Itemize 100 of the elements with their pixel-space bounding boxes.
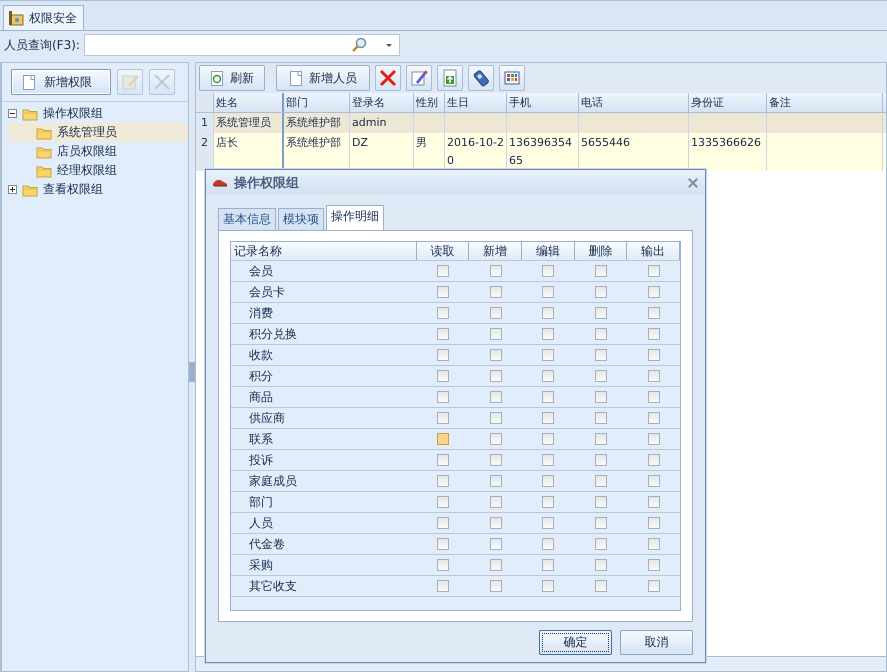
checkbox[interactable]	[490, 433, 502, 445]
checkbox[interactable]	[595, 307, 608, 319]
checkbox[interactable]	[542, 265, 554, 277]
checkbox[interactable]	[648, 559, 660, 571]
checkbox[interactable]	[595, 412, 608, 424]
checkbox[interactable]	[648, 370, 660, 382]
checkbox[interactable]	[542, 328, 554, 340]
checkbox[interactable]	[542, 349, 554, 361]
checkbox[interactable]	[542, 307, 554, 319]
checkbox[interactable]	[595, 328, 608, 340]
checkbox[interactable]	[542, 496, 554, 508]
column-header[interactable]: 部门	[284, 93, 350, 112]
checkbox[interactable]	[595, 265, 608, 277]
checkbox[interactable]	[490, 286, 502, 298]
column-header[interactable]: 删除	[574, 242, 628, 260]
checkbox[interactable]	[542, 538, 554, 550]
checkbox[interactable]	[648, 517, 660, 529]
column-header[interactable]: 输出	[627, 242, 680, 260]
column-header[interactable]: 登录名	[350, 93, 414, 112]
column-header[interactable]: 编辑	[522, 242, 575, 260]
checkbox[interactable]	[490, 370, 502, 382]
column-header[interactable]: 读取	[416, 242, 470, 260]
column-header[interactable]: 备注	[767, 93, 883, 112]
checkbox[interactable]	[595, 559, 608, 571]
checkbox[interactable]	[648, 580, 660, 592]
export-button[interactable]	[437, 65, 463, 91]
table-row[interactable]: 2 店长 系统维护部 DZ 男 2016-10-20 13639635465 5655446 1335366626	[196, 133, 886, 171]
checkbox[interactable]	[595, 517, 608, 529]
checkbox[interactable]	[542, 286, 554, 298]
checkbox[interactable]	[648, 349, 660, 361]
checkbox[interactable]	[437, 370, 450, 382]
document-tab[interactable]: 权限安全	[3, 5, 84, 30]
checkbox[interactable]	[437, 496, 450, 508]
checkbox[interactable]	[490, 559, 502, 571]
checkbox[interactable]	[437, 559, 450, 571]
phone-button[interactable]	[468, 65, 494, 91]
checkbox[interactable]	[437, 517, 450, 529]
tab[interactable]: 模块项	[278, 208, 324, 230]
column-header[interactable]: 手机	[507, 93, 579, 112]
checkbox[interactable]	[595, 286, 608, 298]
checkbox[interactable]	[437, 349, 450, 361]
checkbox[interactable]	[490, 475, 502, 487]
expand-toggle-icon[interactable]	[8, 109, 17, 118]
add-person-button[interactable]: 新增人员	[276, 65, 370, 91]
checkbox[interactable]	[437, 538, 450, 550]
checkbox[interactable]	[542, 559, 554, 571]
checkbox[interactable]	[542, 454, 554, 466]
edit-button[interactable]	[406, 65, 432, 91]
checkbox[interactable]	[490, 265, 502, 277]
checkbox[interactable]	[595, 454, 608, 466]
tree-item[interactable]: 店员权限组	[8, 142, 182, 161]
checkbox[interactable]	[437, 412, 450, 424]
column-header[interactable]: 记录名称	[231, 242, 417, 260]
checkbox[interactable]	[648, 454, 660, 466]
checkbox[interactable]	[437, 454, 450, 466]
checkbox[interactable]	[437, 391, 450, 403]
checkbox[interactable]	[648, 433, 660, 445]
checkbox[interactable]	[437, 265, 450, 277]
checkbox[interactable]	[595, 349, 608, 361]
expand-toggle-icon[interactable]	[8, 185, 17, 194]
checkbox[interactable]	[490, 517, 502, 529]
column-header[interactable]: 身份证	[689, 93, 767, 112]
checkbox[interactable]	[648, 391, 660, 403]
checkbox[interactable]	[595, 370, 608, 382]
checkbox[interactable]	[437, 328, 450, 340]
checkbox[interactable]	[542, 517, 554, 529]
checkbox[interactable]	[648, 328, 660, 340]
checkbox[interactable]	[542, 580, 554, 592]
column-header[interactable]: 新增	[469, 242, 522, 260]
cancel-button[interactable]: 取消	[620, 630, 693, 655]
tree-item[interactable]: 操作权限组	[8, 104, 182, 123]
checkbox[interactable]	[490, 496, 502, 508]
checkbox[interactable]	[437, 475, 450, 487]
tab[interactable]: 基本信息	[218, 208, 276, 230]
checkbox[interactable]	[648, 496, 660, 508]
tree-item[interactable]: 系统管理员	[8, 123, 188, 142]
checkbox[interactable]	[595, 433, 608, 445]
checkbox[interactable]	[595, 580, 608, 592]
checkbox[interactable]	[595, 496, 608, 508]
checkbox[interactable]	[490, 580, 502, 592]
search-field[interactable]	[84, 34, 400, 56]
checkbox[interactable]	[490, 538, 502, 550]
checkbox[interactable]	[542, 433, 554, 445]
grid-layout-button[interactable]	[499, 65, 525, 91]
table-row[interactable]: 1 系统管理员 系统维护部 admin	[196, 113, 886, 133]
close-button[interactable]	[687, 176, 699, 188]
checkbox[interactable]	[437, 307, 450, 319]
checkbox[interactable]	[490, 328, 502, 340]
column-header[interactable]: 生日	[445, 93, 507, 112]
checkbox[interactable]	[490, 454, 502, 466]
checkbox[interactable]	[648, 412, 660, 424]
add-permission-button[interactable]: 新增权限	[11, 69, 111, 95]
tree-item[interactable]: 经理权限组	[8, 161, 182, 180]
checkbox[interactable]	[595, 538, 608, 550]
checkbox[interactable]	[490, 391, 502, 403]
checkbox[interactable]	[542, 475, 554, 487]
checkbox[interactable]	[490, 412, 502, 424]
checkbox[interactable]	[595, 475, 608, 487]
checkbox[interactable]	[542, 391, 554, 403]
checkbox[interactable]	[648, 265, 660, 277]
